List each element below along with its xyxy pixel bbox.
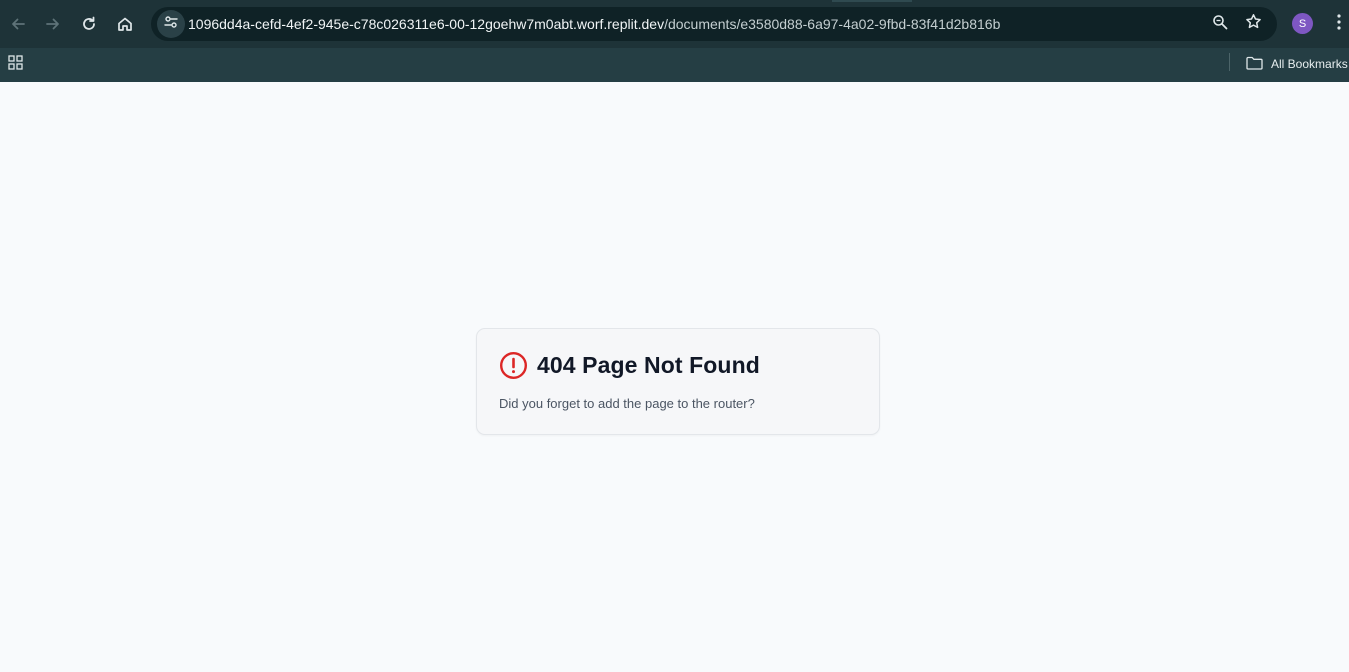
star-icon [1245, 13, 1262, 35]
home-icon [116, 15, 134, 33]
tab-strip-edge [832, 0, 912, 2]
site-info-icon [163, 14, 179, 35]
page-title: 404 Page Not Found [537, 352, 760, 378]
site-info-button[interactable] [157, 10, 185, 38]
back-icon [9, 15, 27, 33]
address-bar[interactable]: 1096dd4a-cefd-4ef2-945e-c78c026311e6-00-… [151, 7, 1277, 41]
forward-button[interactable] [38, 9, 68, 39]
url-host: 1096dd4a-cefd-4ef2-945e-c78c026311e6-00-… [188, 16, 665, 32]
url-text[interactable]: 1096dd4a-cefd-4ef2-945e-c78c026311e6-00-… [188, 16, 1000, 32]
page-description: Did you forget to add the page to the ro… [499, 396, 755, 411]
bookmarks-divider [1229, 53, 1230, 71]
card-header: 404 Page Not Found [499, 351, 760, 380]
all-bookmarks-button[interactable]: All Bookmarks [1246, 52, 1348, 76]
reload-button[interactable] [74, 9, 104, 39]
forward-icon [44, 15, 62, 33]
bookmarks-bar: All Bookmarks [0, 48, 1349, 82]
home-button[interactable] [110, 9, 140, 39]
browser-menu-button[interactable] [1329, 12, 1349, 36]
bookmark-star-button[interactable] [1242, 13, 1264, 35]
reload-icon [80, 15, 98, 33]
profile-avatar[interactable]: S [1292, 13, 1313, 34]
more-icon [1337, 13, 1341, 35]
alert-circle-icon [499, 351, 528, 380]
browser-toolbar: 1096dd4a-cefd-4ef2-945e-c78c026311e6-00-… [0, 0, 1349, 48]
all-bookmarks-label: All Bookmarks [1271, 57, 1348, 71]
back-button[interactable] [3, 9, 33, 39]
not-found-card: 404 Page Not Found Did you forget to add… [476, 328, 880, 435]
folder-icon [1246, 56, 1263, 73]
zoom-icon [1212, 14, 1228, 35]
zoom-button[interactable] [1209, 13, 1231, 35]
apps-icon [7, 55, 23, 75]
apps-button[interactable] [4, 54, 26, 76]
url-path: /documents/e3580d88-6a97-4a02-9fbd-83f41… [664, 16, 1001, 32]
